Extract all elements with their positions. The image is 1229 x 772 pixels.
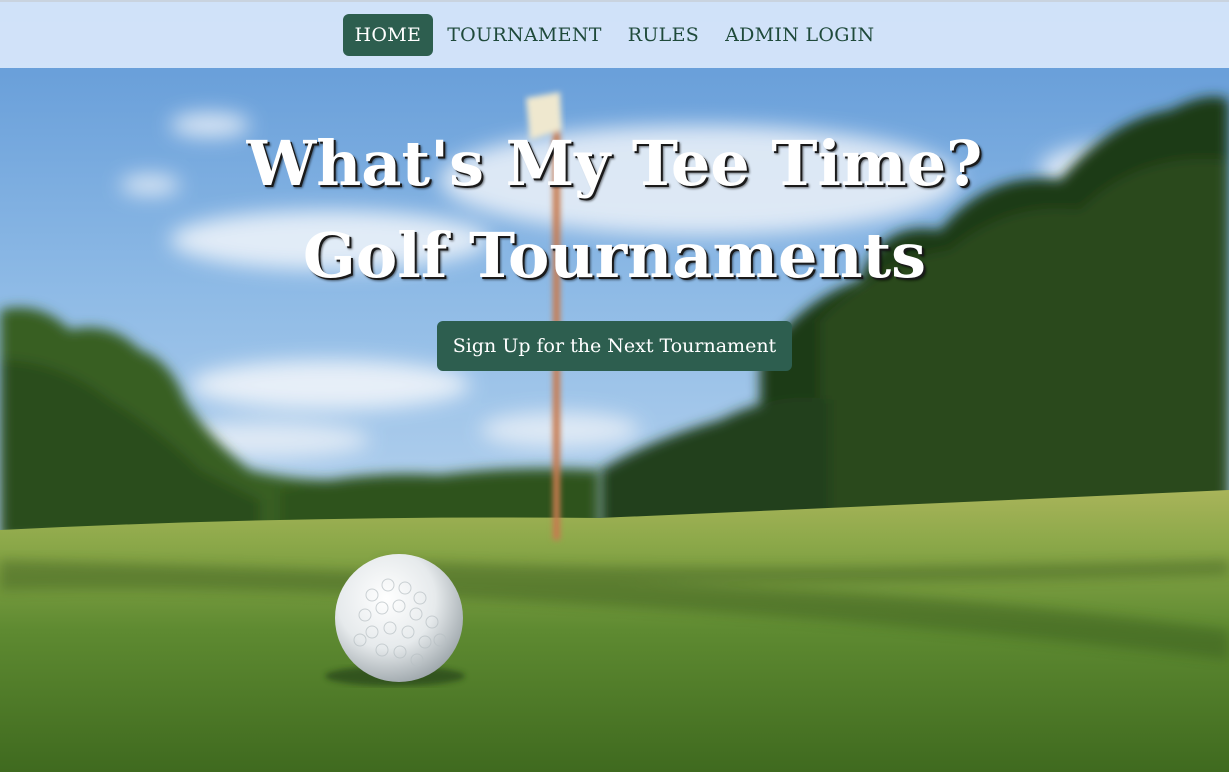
page: HOME TOURNAMENT RULES ADMIN LOGIN What's… <box>0 0 1229 772</box>
nav-rules-link[interactable]: RULES <box>616 14 711 56</box>
hero-background-image <box>0 0 1229 772</box>
nav-admin-login-link[interactable]: ADMIN LOGIN <box>713 14 886 56</box>
sign-up-button[interactable]: Sign Up for the Next Tournament <box>437 321 792 371</box>
main-navbar: HOME TOURNAMENT RULES ADMIN LOGIN <box>0 0 1229 68</box>
hero-title-line2: Golf Tournaments <box>302 219 927 292</box>
nav-home-link[interactable]: HOME <box>342 14 434 56</box>
hero-title: What's My Tee Time? Golf Tournaments <box>0 118 1229 302</box>
hero-title-line1: What's My Tee Time? <box>246 127 983 200</box>
nav-tournament-link[interactable]: TOURNAMENT <box>435 14 614 56</box>
